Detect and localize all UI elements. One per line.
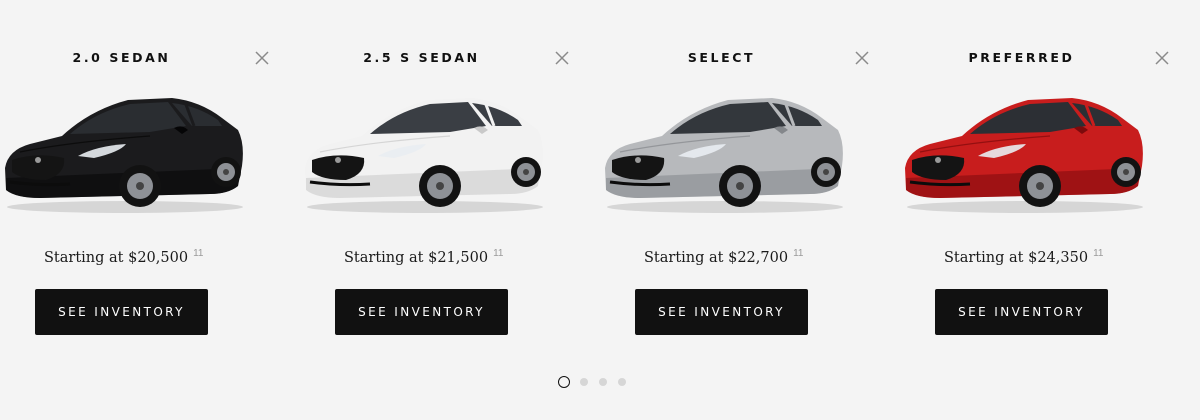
price-text: Starting at $22,700: [644, 250, 789, 266]
car-image: [300, 86, 550, 216]
remove-trim-button[interactable]: [1153, 49, 1171, 67]
pagination-dot[interactable]: [580, 378, 588, 386]
price-footnote[interactable]: 11: [193, 248, 203, 259]
sedan-illustration: [605, 98, 843, 213]
price-text: Starting at $20,500: [44, 250, 189, 266]
close-icon: [255, 51, 269, 65]
trim-name: 2.0 SEDAN: [72, 50, 171, 65]
remove-trim-button[interactable]: [853, 49, 871, 67]
see-inventory-button[interactable]: SEE INVENTORY: [635, 289, 808, 335]
trim-card: 2.0 SEDAN Starting at $20,500 11 SEE INVE…: [0, 0, 300, 360]
trim-card: SELECT Starting at $22,700 11 SEE INVENTO…: [600, 0, 900, 360]
starting-price: Starting at $24,350 11: [944, 248, 1103, 266]
starting-price: Starting at $21,500 11: [344, 248, 503, 266]
price-footnote[interactable]: 11: [493, 248, 503, 259]
sedan-illustration: [905, 98, 1143, 213]
trim-name: SELECT: [687, 50, 756, 65]
starting-price: Starting at $22,700 11: [644, 248, 803, 266]
trim-carousel: 2.0 SEDAN Starting at $20,500 11 SEE INVE…: [0, 0, 1200, 360]
car-image: [600, 86, 850, 216]
price-footnote[interactable]: 11: [793, 248, 803, 259]
price-text: Starting at $21,500: [344, 250, 489, 266]
close-icon: [555, 51, 569, 65]
see-inventory-button[interactable]: SEE INVENTORY: [935, 289, 1108, 335]
remove-trim-button[interactable]: [553, 49, 571, 67]
see-inventory-button[interactable]: SEE INVENTORY: [35, 289, 208, 335]
carousel-pagination: [556, 375, 637, 389]
car-image: [900, 86, 1150, 216]
price-footnote[interactable]: 11: [1093, 248, 1103, 259]
price-text: Starting at $24,350: [944, 250, 1089, 266]
pagination-dot-active[interactable]: [558, 376, 570, 388]
starting-price: Starting at $20,500 11: [44, 248, 203, 266]
remove-trim-button[interactable]: [253, 49, 271, 67]
car-image: [0, 86, 250, 216]
close-icon: [1155, 51, 1169, 65]
pagination-dot[interactable]: [599, 378, 607, 386]
sedan-illustration: [5, 98, 243, 213]
close-icon: [855, 51, 869, 65]
see-inventory-button[interactable]: SEE INVENTORY: [335, 289, 508, 335]
trim-name: 2.5 S SEDAN: [363, 50, 480, 65]
trim-card: PREFERRED Starting at $24,350 11 SEE INVE…: [900, 0, 1200, 360]
sedan-illustration: [305, 98, 543, 213]
pagination-dot[interactable]: [618, 378, 626, 386]
trim-card: 2.5 S SEDAN Starting at $21,500 11 SEE IN…: [300, 0, 600, 360]
trim-name: PREFERRED: [968, 50, 1075, 65]
